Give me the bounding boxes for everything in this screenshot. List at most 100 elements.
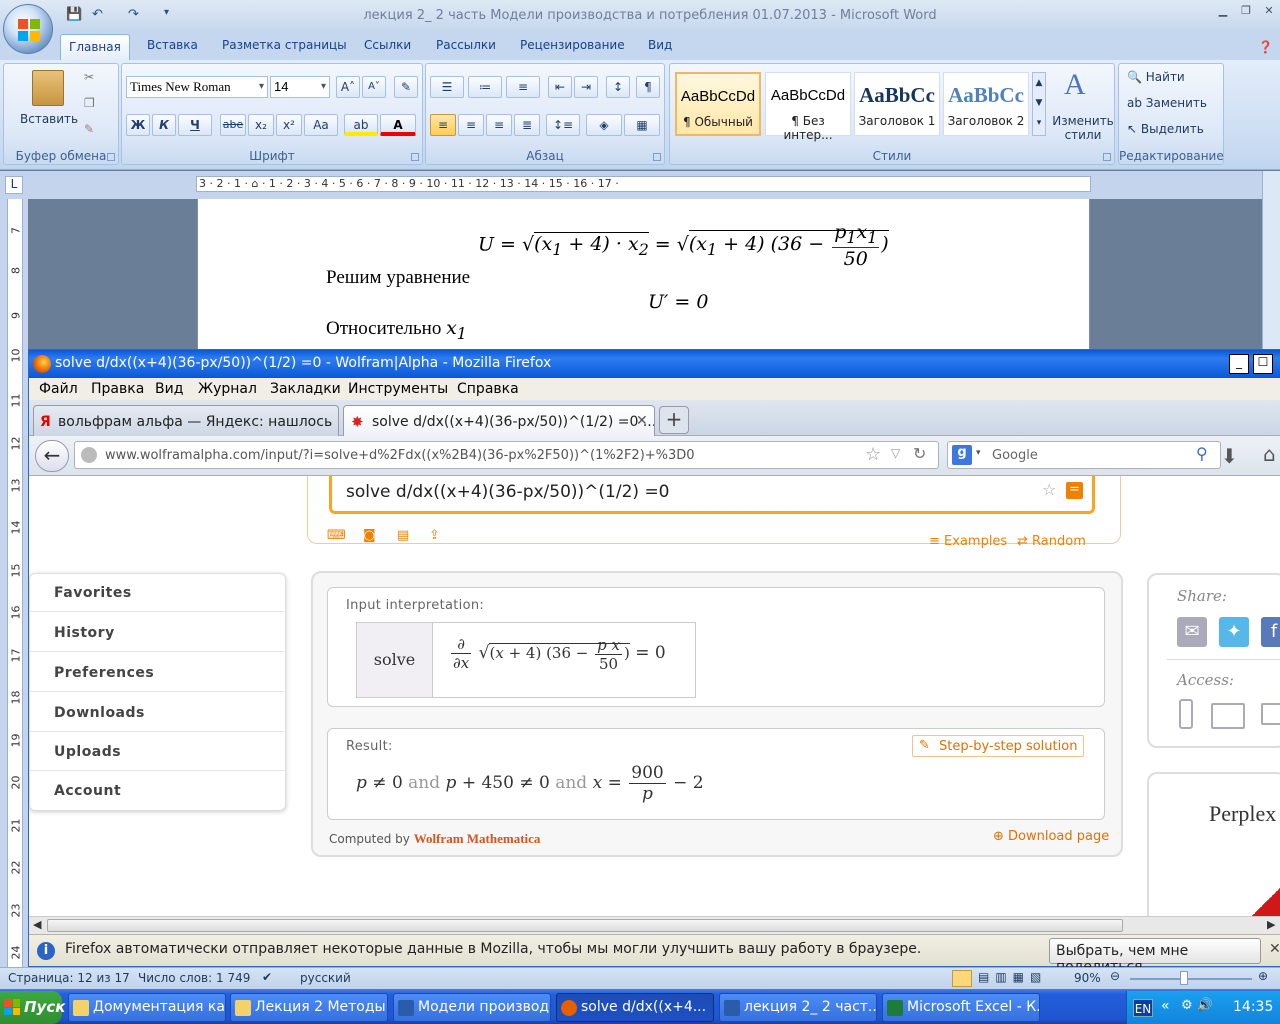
camera-icon[interactable]: ◙ — [363, 528, 376, 543]
replace-button[interactable]: ab Заменить — [1127, 96, 1207, 110]
tray-expand-icon[interactable]: « — [1161, 998, 1170, 1014]
scroll-right-icon[interactable]: ▶ — [1267, 918, 1275, 931]
desktop-icon[interactable] — [1261, 703, 1280, 725]
history-dropdown-icon[interactable]: ▽ — [891, 446, 901, 460]
undo-icon[interactable]: ↶ — [92, 7, 103, 22]
style-no-spacing[interactable]: AaBbCcDd ¶ Без интер... — [765, 72, 851, 142]
wolfram-query-input[interactable]: solve d/dx((x+4)(36-px/50))^(1/2) =0 ☆ = — [329, 476, 1095, 514]
save-icon[interactable]: 💾 — [66, 7, 82, 22]
line-spacing-icon[interactable]: ↕≡ — [546, 114, 580, 136]
sort-icon[interactable]: ↕ — [606, 76, 630, 98]
font-size-select[interactable]: 14 — [270, 76, 330, 98]
close-tab-icon[interactable]: ✕ — [636, 413, 648, 429]
menu-tools[interactable]: Инструменты — [348, 381, 448, 397]
find-button[interactable]: 🔍 Найти — [1127, 70, 1185, 84]
start-button[interactable]: Пуск — [0, 991, 65, 1024]
office-button[interactable] — [3, 4, 53, 54]
horizontal-scrollbar[interactable]: ◀ ▶ — [29, 916, 1280, 934]
dialog-launcher-icon[interactable] — [107, 153, 115, 161]
vertical-ruler[interactable]: 7 8 9 10 11 12 13 14 15 16 17 18 19 20 21 22 23 24 — [7, 199, 23, 969]
tray-icons[interactable]: ⚙🔊 — [1181, 998, 1217, 1013]
copy-icon[interactable]: ❐ — [84, 96, 95, 110]
reload-icon[interactable]: ↻ — [913, 444, 927, 463]
sidebar-item-history[interactable]: History — [30, 614, 286, 652]
strikethrough-button[interactable]: abe — [220, 114, 246, 136]
menu-file[interactable]: Файл — [39, 381, 78, 397]
subscript-button[interactable]: x₂ — [248, 114, 274, 136]
align-right-icon[interactable]: ≡ — [486, 114, 512, 136]
tab-mailings[interactable]: Рассылки — [436, 38, 496, 52]
tab-yandex[interactable]: Явольфрам альфа — Яндекс: нашлось ... — [33, 405, 339, 436]
menu-edit[interactable]: Правка — [91, 381, 144, 397]
equals-icon[interactable]: = — [1066, 482, 1083, 499]
taskbar-item-firefox[interactable]: solve d/dx((x+4... — [556, 993, 714, 1022]
dialog-launcher-icon[interactable] — [411, 153, 419, 161]
format-painter-icon[interactable]: ✎ — [84, 122, 94, 136]
search-icon[interactable]: ⚲ — [1196, 444, 1208, 463]
redo-icon[interactable]: ↷ — [128, 7, 139, 22]
taskbar-item-folder-2[interactable]: Лекция 2 Методы... — [230, 993, 388, 1022]
tab-page-layout[interactable]: Разметка страницы — [222, 38, 347, 52]
menu-bookmarks[interactable]: Закладки — [270, 381, 341, 397]
home-icon[interactable]: ⌂ — [1263, 442, 1276, 466]
change-styles-button[interactable]: Изменить стили — [1050, 114, 1116, 142]
favorite-star-icon[interactable]: ☆ — [1042, 480, 1056, 499]
underline-button[interactable]: Ч — [178, 114, 212, 136]
page-count[interactable]: Страница: 12 из 17 — [8, 971, 130, 985]
random-link[interactable]: ⇄ Random — [1017, 534, 1086, 549]
zoom-out-icon[interactable]: ⊖ — [1110, 969, 1120, 983]
clear-format-icon[interactable]: ✎ — [394, 76, 418, 98]
paste-button[interactable]: Вставить — [20, 112, 78, 126]
mathematica-link[interactable]: Wolfram Mathematica — [414, 831, 541, 846]
decrease-indent-icon[interactable]: ⇤ — [548, 76, 572, 98]
clock[interactable]: 14:35 — [1233, 999, 1273, 1015]
horizontal-ruler[interactable]: 3 · 2 · 1 · ⌂ · 1 · 2 · 3 · 4 · 5 · 6 · … — [196, 176, 1091, 192]
sidebar-item-downloads[interactable]: Downloads — [30, 694, 286, 732]
italic-button[interactable]: К — [152, 114, 176, 136]
tablet-icon[interactable] — [1211, 703, 1245, 729]
justify-icon[interactable]: ≣ — [514, 114, 540, 136]
change-styles-icon[interactable]: A — [1064, 68, 1086, 102]
change-case-button[interactable]: Aa — [304, 114, 338, 136]
zoom-slider[interactable] — [1130, 978, 1252, 980]
share-choice-button[interactable]: Выбрать, чем мне поделиться — [1049, 938, 1261, 975]
style-heading-1[interactable]: AaBbCc Заголовок 1 — [854, 72, 940, 136]
increase-indent-icon[interactable]: ⇥ — [574, 76, 598, 98]
minimize-icon[interactable]: _ — [1229, 354, 1249, 374]
pilcrow-icon[interactable]: ¶ — [636, 76, 660, 98]
sidebar-item-preferences[interactable]: Preferences — [30, 654, 286, 692]
taskbar-item-excel[interactable]: Microsoft Excel - К... — [882, 993, 1040, 1022]
engine-dropdown-icon[interactable]: ▾ — [976, 448, 981, 458]
google-icon[interactable]: g — [952, 445, 972, 465]
new-tab-button[interactable]: + — [659, 406, 689, 434]
sidebar-item-favorites[interactable]: Favorites — [30, 574, 286, 612]
tab-review[interactable]: Рецензирование — [520, 38, 625, 52]
menu-view[interactable]: Вид — [155, 381, 183, 397]
proofing-icon[interactable]: ✔ — [262, 970, 272, 984]
back-icon[interactable]: ← — [35, 440, 69, 472]
menu-help[interactable]: Справка — [457, 381, 519, 397]
tab-selector[interactable]: L — [5, 176, 23, 194]
zoom-slider-thumb[interactable] — [1180, 971, 1188, 985]
bold-button[interactable]: Ж — [126, 114, 150, 136]
view-buttons-icon[interactable]: ▤▥▦▧ — [978, 970, 1047, 984]
shading-icon[interactable]: ◈ — [586, 114, 622, 136]
language[interactable]: русский — [300, 971, 351, 985]
dialog-launcher-icon[interactable] — [1103, 153, 1111, 161]
multilevel-list-icon[interactable]: ≡ — [506, 76, 540, 98]
borders-icon[interactable]: ▦ — [624, 114, 660, 136]
step-by-step-button[interactable]: ✎ Step-by-step solution — [912, 735, 1085, 757]
zoom-level[interactable]: 90% — [1074, 971, 1101, 985]
highlight-icon[interactable]: ab — [344, 114, 378, 136]
cut-icon[interactable]: ✂ — [84, 70, 94, 84]
font-color-icon[interactable]: A — [380, 114, 416, 136]
style-heading-2[interactable]: AaBbCc Заголовок 2 — [943, 72, 1029, 136]
styles-scroll[interactable]: ▲ ▼ ▾ — [1032, 72, 1046, 136]
taskbar-item-folder-1[interactable]: Домументация ка... — [68, 993, 226, 1022]
close-icon[interactable]: ✕ — [1269, 941, 1280, 957]
dialog-launcher-icon[interactable] — [653, 153, 661, 161]
bullets-icon[interactable]: ☰ — [430, 76, 464, 98]
table-icon[interactable]: ▤ — [397, 528, 409, 543]
print-layout-icon[interactable] — [952, 970, 972, 987]
minimize-icon[interactable]: ▁ — [1212, 4, 1234, 20]
